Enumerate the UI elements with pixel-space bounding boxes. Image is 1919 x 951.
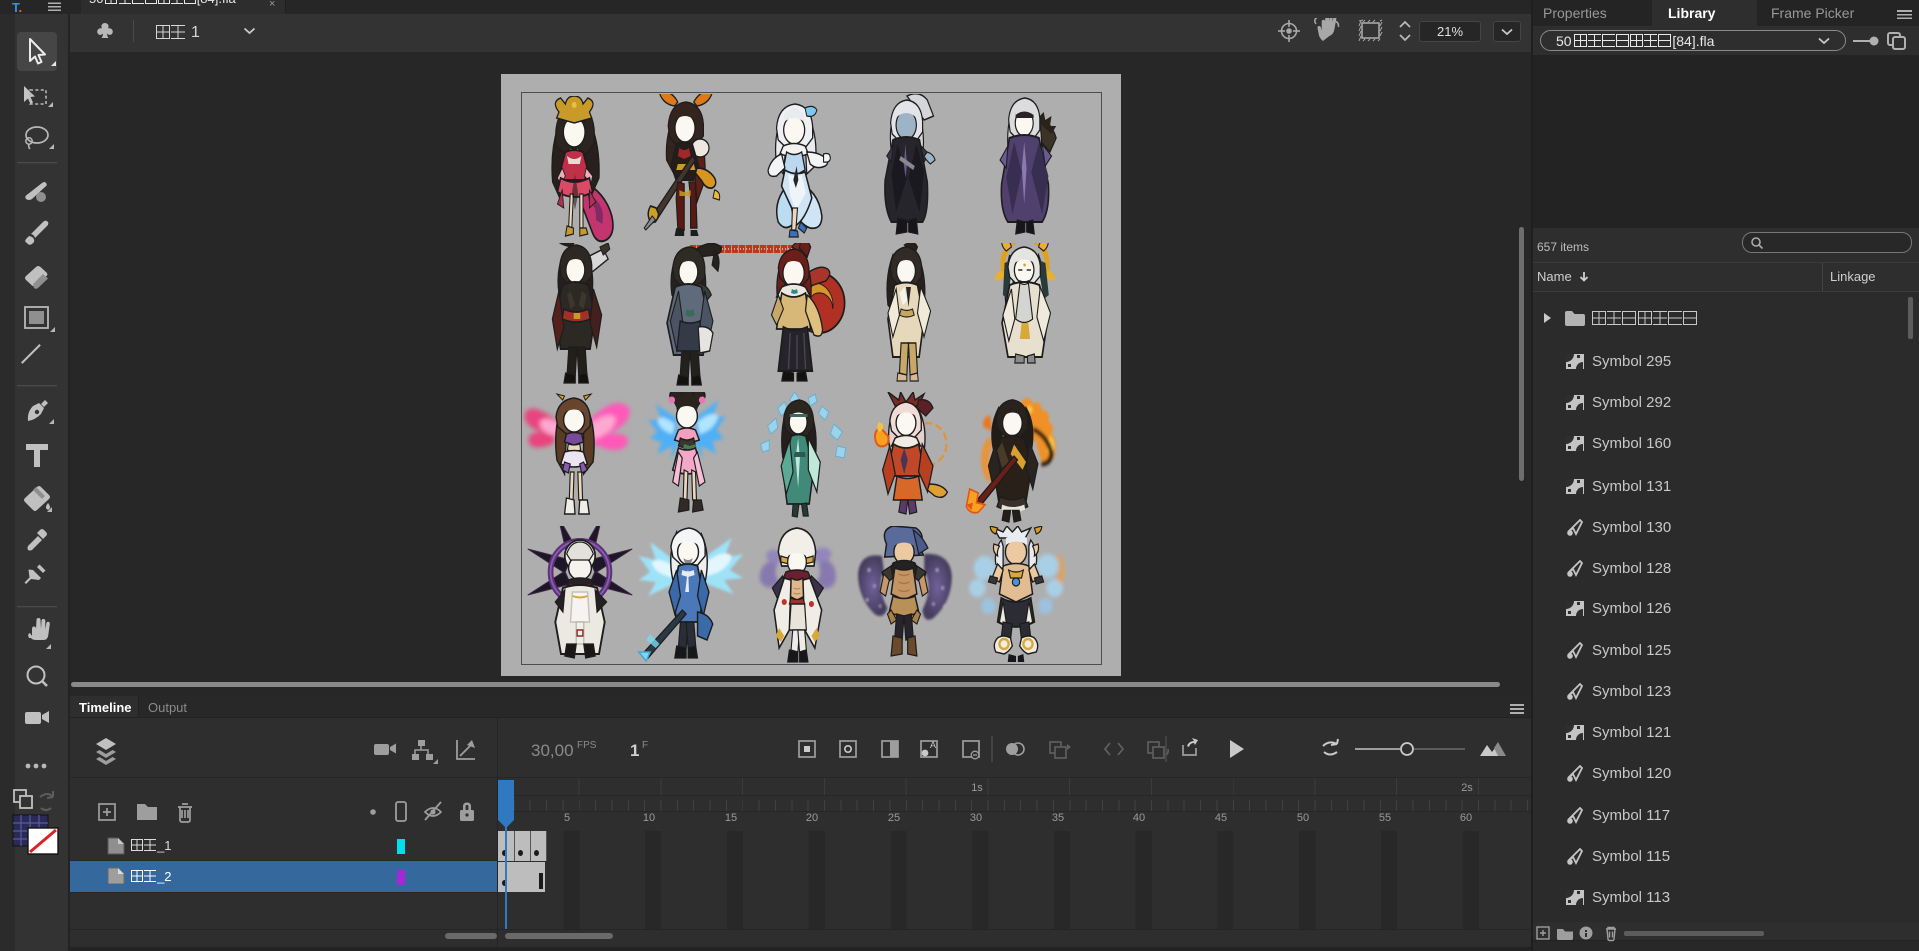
svg-text:A: A (930, 740, 936, 750)
svg-text:30,00: 30,00 (531, 741, 574, 760)
svg-text:1: 1 (630, 741, 639, 760)
svg-text:FPS: FPS (577, 740, 597, 751)
svg-text:F: F (642, 740, 648, 751)
